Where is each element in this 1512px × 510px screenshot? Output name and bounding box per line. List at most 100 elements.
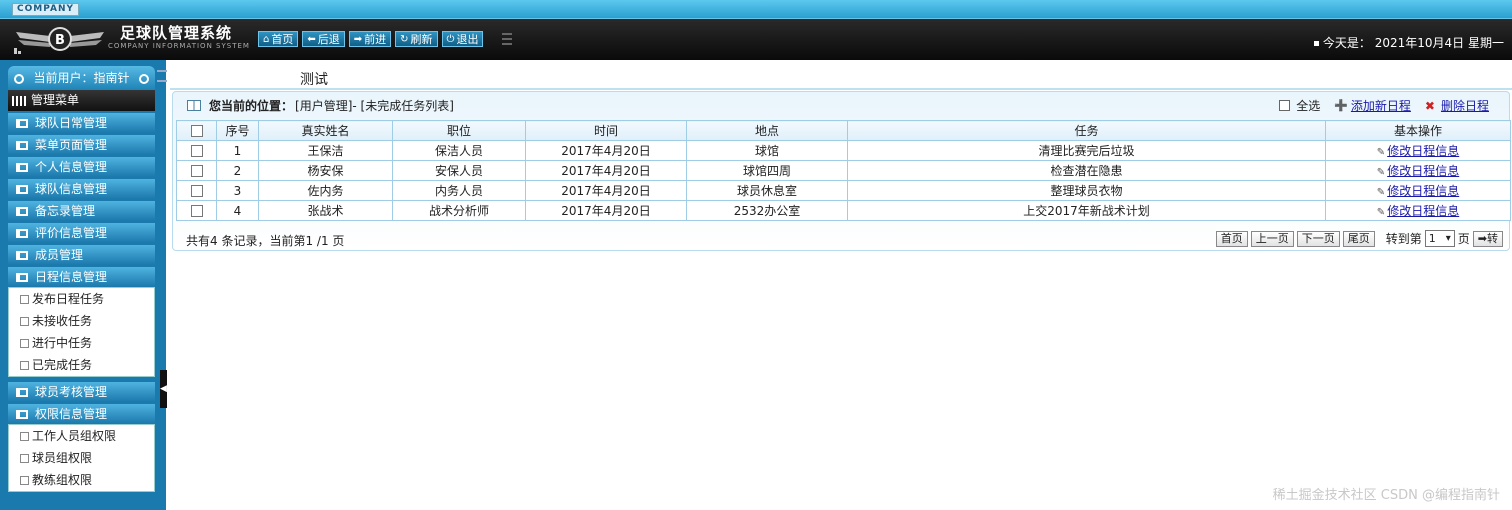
first-page-button[interactable]: 首页 <box>1215 230 1248 247</box>
sidebar-item-personal-info[interactable]: 个人信息管理 <box>8 157 155 177</box>
page-icon <box>20 431 29 441</box>
sidebar-item-members[interactable]: 成员管理 <box>8 245 155 265</box>
row-checkbox-cell <box>176 160 217 181</box>
cell-time: 2017年4月20日 <box>525 160 687 181</box>
cell-position: 内务人员 <box>392 180 526 201</box>
table-header-row: 序号 真实姓名 职位 时间 地点 任务 基本操作 <box>176 120 1511 141</box>
sidebar-item-team-daily[interactable]: 球队日常管理 <box>8 113 155 133</box>
row-checkbox[interactable] <box>190 185 203 197</box>
sidebar-item-evaluation[interactable]: 评价信息管理 <box>8 223 155 243</box>
cell-position: 保洁人员 <box>392 140 526 161</box>
cell-name: 王保洁 <box>258 140 393 161</box>
top-toolbar: ⌂ 首页 ⬅ 后退 ➡ 前进 ↻ 刷新 ⏻ 退出 <box>258 31 484 47</box>
pencil-icon: ✎ <box>1376 147 1386 158</box>
sidebar-item-schedule[interactable]: 日程信息管理 <box>8 267 155 287</box>
book-icon <box>187 100 201 111</box>
cell-name: 张战术 <box>258 200 393 221</box>
sidebar-item-memo[interactable]: 备忘录管理 <box>8 201 155 221</box>
go-button[interactable]: ➡转 <box>1472 230 1503 247</box>
sidebar-item-label: 评价信息管理 <box>35 226 108 240</box>
system-subtitle: COMPANY INFORMATION SYSTEM <box>108 42 250 50</box>
submenu-label: 球员组权限 <box>32 451 93 465</box>
task-table: 序号 真实姓名 职位 时间 地点 任务 基本操作 1 王保洁 保洁人员 2017… <box>176 120 1511 221</box>
home-button[interactable]: ⌂ 首页 <box>258 31 299 47</box>
table-row: 2 杨安保 安保人员 2017年4月20日 球馆四周 检查潜在隐患 ✎ 修改日程信… <box>176 160 1511 181</box>
location-path: [用户管理]- [未完成任务列表] <box>295 99 454 113</box>
add-icon: ➕ <box>1334 99 1348 112</box>
forward-icon: ➡ <box>353 33 363 45</box>
sidebar-item-team-info[interactable]: 球队信息管理 <box>8 179 155 199</box>
header-checkbox[interactable] <box>190 125 203 137</box>
edit-schedule-link[interactable]: 修改日程信息 <box>1387 184 1459 198</box>
edit-schedule-link[interactable]: 修改日程信息 <box>1387 164 1459 178</box>
sidebar-item-permissions[interactable]: 权限信息管理 <box>8 404 155 424</box>
add-schedule-link[interactable]: 添加新日程 <box>1351 97 1411 114</box>
row-checkbox[interactable] <box>190 205 203 217</box>
cell-time: 2017年4月20日 <box>525 140 687 161</box>
book-icon <box>16 250 28 260</box>
cell-no: 2 <box>216 160 259 181</box>
today-prefix: 今天是： <box>1322 36 1371 50</box>
select-all-label: 全选 <box>1296 99 1321 113</box>
submenu-item-unaccepted[interactable]: 未接收任务 <box>9 310 154 332</box>
submenu-item-player-perm[interactable]: 球员组权限 <box>9 447 154 469</box>
page-icon <box>20 338 29 348</box>
forward-button[interactable]: ➡ 前进 <box>348 31 392 47</box>
edit-schedule-link[interactable]: 修改日程信息 <box>1387 144 1459 158</box>
cell-task: 上交2017年新战术计划 <box>847 200 1326 221</box>
cell-task: 清理比赛完后垃圾 <box>847 140 1326 161</box>
submenu-item-coach-perm[interactable]: 教练组权限 <box>9 469 154 491</box>
cell-time: 2017年4月20日 <box>525 180 687 201</box>
ring-icon <box>139 74 149 84</box>
submenu-item-publish-task[interactable]: 发布日程任务 <box>9 288 154 310</box>
submenu-item-in-progress[interactable]: 进行中任务 <box>9 332 154 354</box>
book-icon <box>16 140 28 150</box>
task-list-panel: 您当前的位置： [用户管理]- [未完成任务列表] 全选 ➕ 添加新日程 ✖ 删… <box>172 91 1511 251</box>
next-page-button[interactable]: 下一页 <box>1296 230 1340 247</box>
cell-task: 整理球员衣物 <box>847 180 1326 201</box>
delete-schedule-link[interactable]: 删除日程 <box>1441 97 1489 114</box>
cell-position: 战术分析师 <box>392 200 526 221</box>
submenu-item-completed[interactable]: 已完成任务 <box>9 354 154 376</box>
submenu-label: 未接收任务 <box>32 314 93 328</box>
column-header: 真实姓名 <box>258 120 393 141</box>
location-label: 您当前的位置： <box>209 99 294 113</box>
sidebar-item-label: 权限信息管理 <box>35 407 108 421</box>
sidebar: 当前用户：指南针 管理菜单 球队日常管理 菜单页面管理 个人信息管理 球队信息管… <box>8 66 155 492</box>
page-icon <box>20 360 29 370</box>
pagination: 首页 上一页 下一页 尾页 转到第 1 页 ➡转 <box>1215 230 1503 247</box>
sidebar-item-label: 日程信息管理 <box>35 270 108 284</box>
system-title: 足球队管理系统 <box>120 24 233 42</box>
cell-no: 3 <box>216 180 259 201</box>
title-divider <box>170 88 1512 90</box>
sidebar-item-player-assessment[interactable]: 球员考核管理 <box>8 382 155 402</box>
refresh-label: 刷新 <box>410 33 433 46</box>
winged-logo-icon: B <box>14 27 104 54</box>
submenu-label: 教练组权限 <box>32 473 93 487</box>
home-icon: ⌂ <box>263 33 270 45</box>
prev-page-button[interactable]: 上一页 <box>1250 230 1294 247</box>
row-checkbox[interactable] <box>190 165 203 177</box>
logout-button[interactable]: ⏻ 退出 <box>441 31 484 47</box>
back-button[interactable]: ⬅ 后退 <box>302 31 345 47</box>
refresh-button[interactable]: ↻ 刷新 <box>395 31 438 47</box>
cell-action: ✎ 修改日程信息 <box>1325 200 1511 221</box>
home-label: 首页 <box>271 33 294 46</box>
refresh-icon: ↻ <box>400 33 409 45</box>
last-page-button[interactable]: 尾页 <box>1342 230 1375 247</box>
row-checkbox-cell <box>176 140 217 161</box>
current-user-label: 当前用户：指南针 <box>33 71 130 85</box>
submenu-label: 进行中任务 <box>32 336 93 350</box>
cell-action: ✎ 修改日程信息 <box>1325 140 1511 161</box>
top-header: COMPANY B 足球队管理系统 COMPANY INFORMATION SY… <box>0 0 1512 60</box>
edit-schedule-link[interactable]: 修改日程信息 <box>1387 204 1459 218</box>
select-all-checkbox[interactable] <box>1279 100 1291 111</box>
sidebar-item-menu-pages[interactable]: 菜单页面管理 <box>8 135 155 155</box>
page-select[interactable]: 1 <box>1424 230 1455 247</box>
collapse-sidebar-button[interactable]: ◀ <box>160 370 167 408</box>
back-label: 后退 <box>317 33 340 46</box>
row-checkbox[interactable] <box>190 145 203 157</box>
submenu-item-staff-perm[interactable]: 工作人员组权限 <box>9 425 154 447</box>
submenu-label: 发布日程任务 <box>32 292 105 306</box>
cell-position: 安保人员 <box>392 160 526 181</box>
